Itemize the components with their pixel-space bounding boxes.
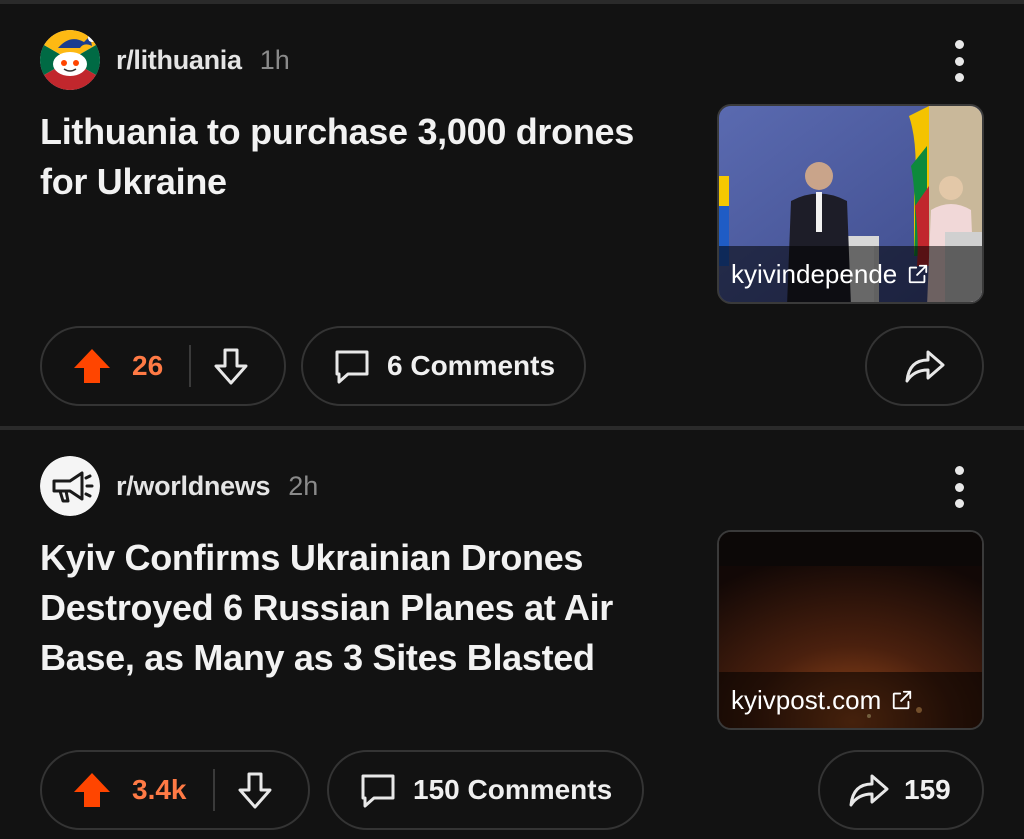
- more-vertical-icon[interactable]: [944, 466, 974, 508]
- comments-button[interactable]: 150 Comments: [327, 750, 644, 830]
- vote-control: 26: [40, 326, 286, 406]
- share-button[interactable]: [865, 326, 984, 406]
- subreddit-avatar[interactable]: [40, 456, 100, 516]
- thumbnail-caption: kyivpost.com: [719, 672, 982, 728]
- vote-control: 3.4k: [40, 750, 310, 830]
- post-header: r/lithuania 1h: [40, 30, 290, 90]
- post-time: 1h: [259, 44, 290, 75]
- thumbnail-domain: kyivindepende: [731, 258, 898, 289]
- comments-count: 6 Comments: [387, 350, 556, 381]
- vote-separator: [212, 769, 215, 811]
- post-thumbnail[interactable]: kyivpost.com: [717, 530, 984, 730]
- share-arrow-icon: [905, 350, 944, 383]
- downvote-arrow-icon[interactable]: [237, 770, 273, 810]
- subreddit-name[interactable]: r/lithuania: [116, 45, 242, 76]
- thumbnail-caption: kyivindepende: [719, 246, 982, 302]
- post-feed: r/lithuania 1h Lithuania to purchase 3,0…: [0, 0, 1024, 839]
- post-title[interactable]: Kyiv Confirms Ukrainian Drones Destroyed…: [40, 533, 680, 683]
- vote-separator: [189, 345, 192, 387]
- external-link-icon: [893, 690, 912, 710]
- downvote-arrow-icon[interactable]: [213, 346, 249, 386]
- post-card[interactable]: r/worldnews 2h Kyiv Confirms Ukrainian D…: [0, 430, 1024, 839]
- post-card[interactable]: r/lithuania 1h Lithuania to purchase 3,0…: [0, 0, 1024, 426]
- comments-button[interactable]: 6 Comments: [301, 326, 586, 406]
- share-count: 159: [904, 774, 951, 805]
- post-thumbnail[interactable]: kyivindepende: [717, 104, 984, 304]
- subreddit-name[interactable]: r/worldnews: [116, 471, 271, 502]
- upvote-arrow-icon[interactable]: [72, 346, 112, 386]
- external-link-icon: [909, 264, 928, 284]
- post-time: 2h: [288, 470, 319, 501]
- vote-score: 3.4k: [132, 774, 187, 805]
- post-title[interactable]: Lithuania to purchase 3,000 drones for U…: [40, 107, 690, 207]
- share-button[interactable]: 159: [818, 750, 984, 830]
- vote-score: 26: [132, 350, 164, 381]
- comment-bubble-icon: [361, 774, 395, 808]
- subreddit-avatar[interactable]: [40, 30, 100, 90]
- thumbnail-domain: kyivpost.com: [731, 684, 882, 715]
- comment-bubble-icon: [335, 350, 369, 384]
- share-arrow-icon: [849, 774, 889, 807]
- more-vertical-icon[interactable]: [944, 40, 974, 82]
- comments-count: 150 Comments: [413, 774, 613, 805]
- post-header: r/worldnews 2h: [40, 456, 318, 516]
- upvote-arrow-icon[interactable]: [72, 770, 112, 810]
